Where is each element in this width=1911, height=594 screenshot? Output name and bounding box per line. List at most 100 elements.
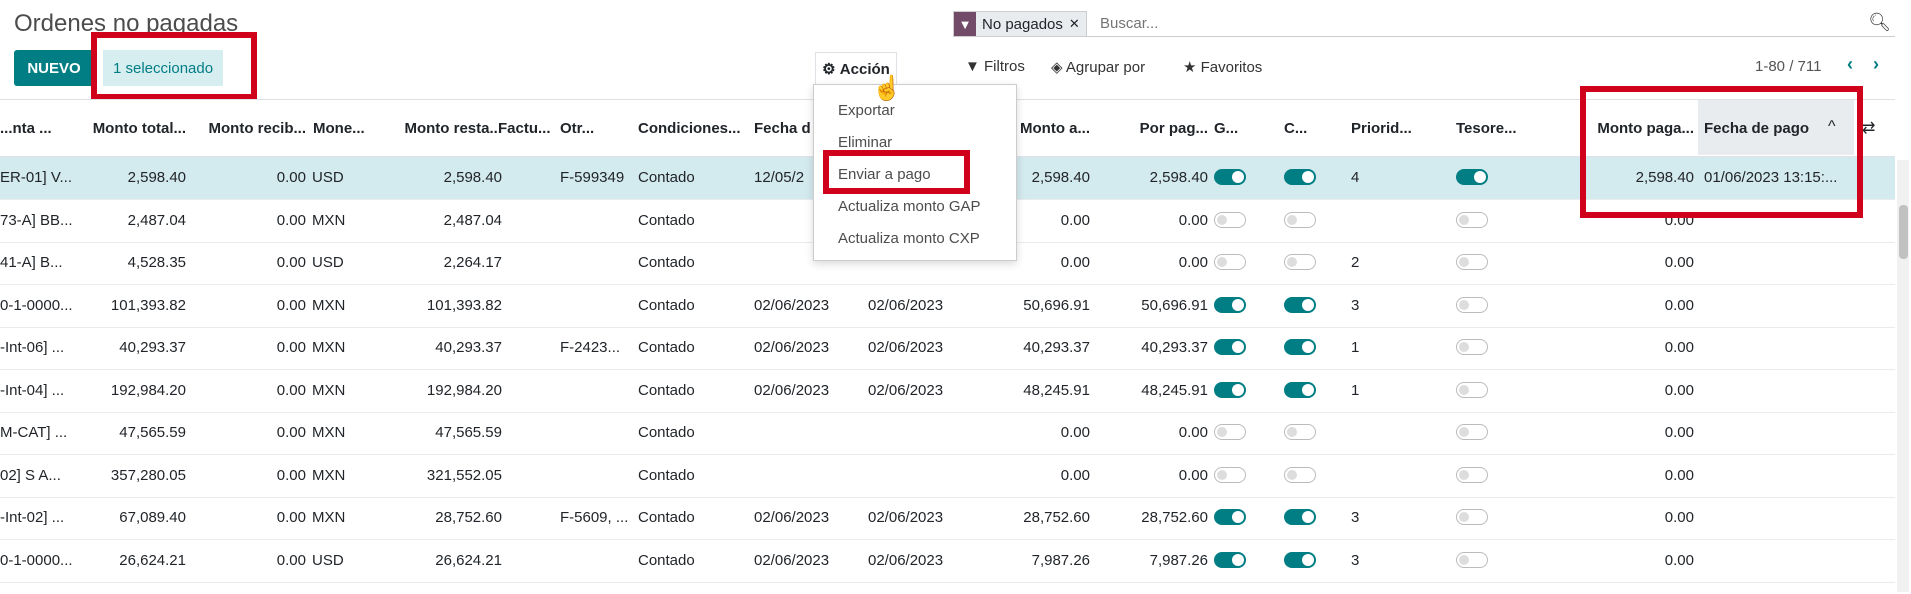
cell-c2: 0.00 [276, 296, 306, 314]
toggle-c[interactable] [1284, 509, 1316, 525]
toggle-c[interactable] [1284, 466, 1316, 483]
toggle-g[interactable] [1214, 381, 1246, 398]
column-header-3[interactable]: Mone... [313, 120, 373, 137]
cell-c10: 28,752.60 [1023, 509, 1090, 526]
toggle-g[interactable] [1214, 296, 1246, 313]
toggle-c[interactable] [1284, 296, 1316, 313]
toggle-c[interactable] [1284, 254, 1316, 270]
cell-c2: 0.00 [276, 169, 306, 186]
toggle-t[interactable] [1456, 551, 1488, 568]
cell-m: 2,598.40 [1635, 169, 1694, 186]
scrollbar-thumb[interactable] [1899, 205, 1908, 259]
menu-item-export[interactable]: Exportar [814, 95, 1016, 127]
search-icon[interactable]: 🔍︎ [1868, 12, 1891, 33]
favorites-button[interactable]: ★ Favoritos [1183, 58, 1262, 76]
table-row[interactable]: 0-1-0000... 26,624.21 0.00 USD 26,624.21 Cont… [0, 540, 1895, 583]
table-row[interactable]: -Int-04] ... 192,984.20 0.00 MXN 192,984.20 C… [0, 370, 1895, 413]
search-facet[interactable]: ▼ No pagados ✕ [953, 11, 1087, 37]
toggle-c[interactable] [1284, 551, 1316, 568]
toggle-g[interactable] [1214, 254, 1246, 270]
cell-c1: 26,624.21 [119, 551, 186, 569]
toggle-g[interactable] [1214, 466, 1246, 483]
menu-item-update-cxp[interactable]: Actualiza monto CXP [814, 223, 1016, 255]
filter-icon: ▼ [965, 58, 985, 75]
cell-c2: 0.00 [276, 551, 306, 569]
toggle-c[interactable] [1284, 424, 1316, 440]
toggle-t[interactable] [1456, 381, 1488, 398]
cell-c0: 0-1-0000... [0, 551, 73, 569]
cell-c0: M-CAT] ... [0, 424, 68, 441]
column-header-4[interactable]: Monto resta... [382, 120, 502, 137]
pager-value[interactable]: 1-80 / 711 [1755, 58, 1821, 75]
table-row[interactable]: 0-1-0000... 101,393.82 0.00 MXN 101,393.82 Co… [0, 285, 1895, 328]
menu-item-send-to-payment[interactable]: Enviar a pago [814, 159, 1016, 191]
cell-c9: 02/06/2023 [868, 339, 944, 356]
close-icon[interactable]: ✕ [1068, 12, 1086, 36]
cell-c3: MXN [312, 296, 346, 314]
toggle-g[interactable] [1214, 211, 1246, 228]
cell-c10: 50,696.91 [1023, 296, 1090, 314]
toggle-t[interactable] [1456, 296, 1488, 313]
toggle-g[interactable] [1214, 509, 1246, 525]
toggle-c[interactable] [1284, 169, 1316, 185]
toggle-g[interactable] [1214, 339, 1246, 355]
toggle-t[interactable] [1456, 424, 1488, 440]
cell-c3: USD [312, 551, 344, 569]
cell-p: 1 [1351, 339, 1360, 356]
toggle-c[interactable] [1284, 339, 1316, 355]
pager-prev-icon[interactable]: ‹ [1847, 54, 1853, 75]
toggle-c[interactable] [1284, 211, 1316, 228]
sort-asc-icon[interactable]: ^ [1828, 118, 1836, 136]
column-header-10[interactable]: Por pag... [1110, 120, 1208, 137]
cell-c0: -Int-06] ... [0, 339, 65, 356]
column-header-12[interactable]: C... [1284, 120, 1324, 137]
cell-c10: 0.00 [1060, 466, 1090, 484]
menu-item-delete[interactable]: Eliminar [814, 127, 1016, 159]
cell-c3: MXN [312, 381, 346, 399]
cell-c2: 0.00 [276, 381, 306, 399]
search-input[interactable] [1098, 14, 1702, 33]
search-bar[interactable]: ▼ No pagados ✕ 🔍︎ [953, 8, 1895, 37]
table-row[interactable]: M-CAT] ... 47,565.59 0.00 MXN 47,565.59 Conta… [0, 412, 1895, 455]
column-header-0[interactable]: ...nta ... [0, 120, 80, 137]
column-header-14[interactable]: Tesore... [1456, 120, 1536, 137]
column-header-7[interactable]: Condiciones... [638, 120, 748, 137]
toggle-t[interactable] [1456, 169, 1488, 185]
table-row[interactable]: 02] S A... 357,280.05 0.00 MXN 321,552.05 Con… [0, 455, 1895, 498]
toggle-c[interactable] [1284, 381, 1316, 398]
toggle-g[interactable] [1214, 551, 1246, 568]
column-header-8[interactable]: Fecha d [754, 120, 814, 137]
group-by-button[interactable]: ◈ Agrupar por [1051, 58, 1145, 76]
cell-c3: MXN [312, 424, 346, 441]
toggle-t[interactable] [1456, 211, 1488, 228]
toggle-g[interactable] [1214, 424, 1246, 440]
toggle-g[interactable] [1214, 169, 1246, 185]
column-settings-icon[interactable]: ⇄ [1862, 118, 1875, 138]
pager-next-icon[interactable]: › [1873, 54, 1879, 75]
column-header-15[interactable]: Monto paga... [1586, 120, 1694, 137]
cell-c7: Contado [638, 466, 695, 484]
hand-cursor-icon: ☝ [872, 75, 902, 102]
column-header-2[interactable]: Monto recib... [198, 120, 307, 137]
column-header-1[interactable]: Monto total... [84, 120, 186, 137]
cell-c7: Contado [638, 424, 695, 441]
toggle-t[interactable] [1456, 509, 1488, 525]
column-header-5[interactable]: Factu... [498, 120, 558, 137]
toggle-t[interactable] [1456, 466, 1488, 483]
selected-count-badge[interactable]: 1 seleccionado [103, 50, 224, 86]
column-header-16[interactable]: Fecha de pago [1704, 120, 1834, 137]
cell-m: 0.00 [1664, 339, 1694, 356]
column-header-6[interactable]: Otr... [560, 120, 630, 137]
cell-c2: 0.00 [276, 339, 306, 356]
column-header-11[interactable]: G... [1214, 120, 1254, 137]
table-row[interactable]: -Int-06] ... 40,293.37 0.00 MXN 40,293.37 F-2… [0, 327, 1895, 370]
column-header-13[interactable]: Priorid... [1351, 120, 1431, 137]
new-button[interactable]: NUEVO [14, 50, 94, 86]
menu-item-update-gap[interactable]: Actualiza monto GAP [814, 191, 1016, 223]
toggle-t[interactable] [1456, 339, 1488, 355]
toggle-t[interactable] [1456, 254, 1488, 270]
filters-button[interactable]: ▼ Filtros [965, 58, 1025, 75]
cell-c6: F-599349 [560, 169, 625, 186]
cell-c3: MXN [312, 211, 346, 229]
table-row[interactable]: -Int-02] ... 67,089.40 0.00 MXN 28,752.60 F-5… [0, 497, 1895, 540]
